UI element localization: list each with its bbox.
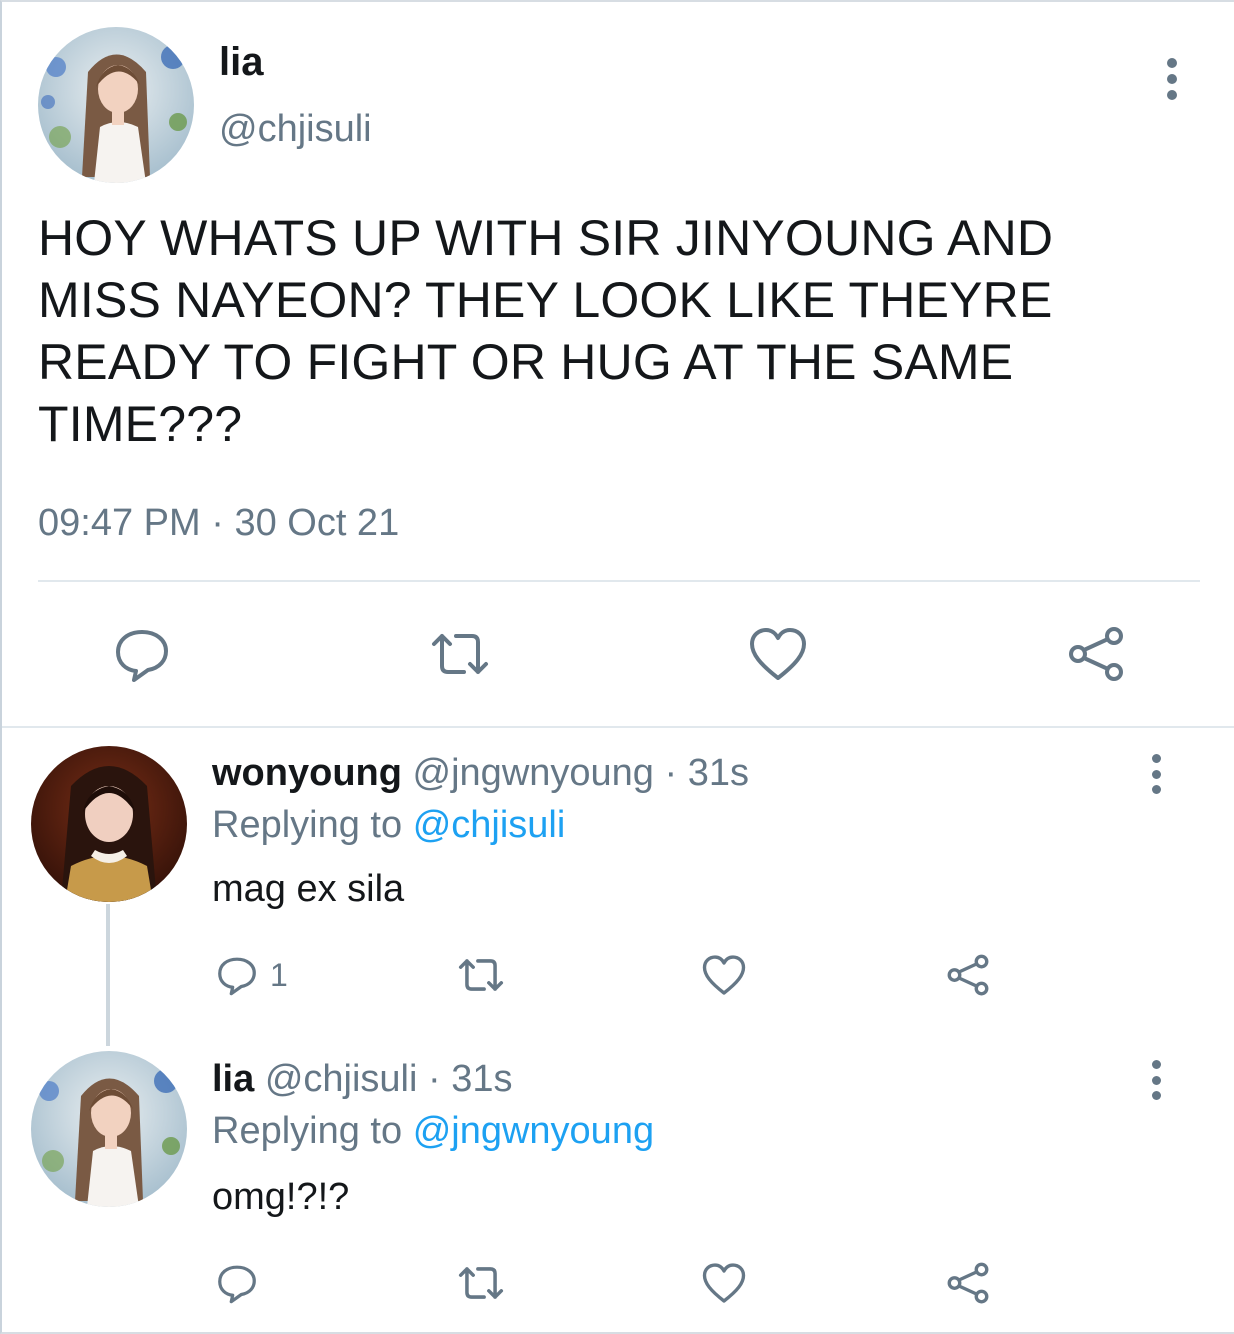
retweet-icon (458, 959, 504, 991)
tweet-thread: lia @chjisuli HOY WHATS UP WITH SIR JINY… (0, 0, 1234, 1334)
meta-separator: · (428, 1058, 441, 1100)
reply-author-handle[interactable]: @chjisuli (265, 1058, 418, 1100)
replying-to-mention[interactable]: @jngwnyoung (413, 1110, 654, 1152)
reply-author-name[interactable]: lia (212, 1058, 254, 1100)
author-avatar[interactable] (38, 27, 194, 183)
retweet-button[interactable] (428, 622, 492, 686)
retweet-button[interactable] (456, 950, 506, 1000)
share-icon (1069, 627, 1123, 681)
reply-age: 31s (687, 752, 749, 794)
reply-avatar[interactable] (31, 746, 187, 902)
replying-to-label: Replying to (212, 1110, 403, 1152)
reply-avatar[interactable] (31, 1051, 187, 1207)
more-options-icon[interactable] (1145, 1060, 1167, 1100)
share-icon (947, 1262, 989, 1304)
reply-button[interactable]: 1 (214, 950, 288, 1000)
more-options-icon[interactable] (1145, 754, 1167, 794)
author-handle[interactable]: @chjisuli (219, 108, 372, 151)
reply-author-handle[interactable]: @jngwnyoung (413, 752, 654, 794)
reply-text: omg!?!? (212, 1176, 350, 1218)
section-divider (2, 726, 1234, 728)
like-icon (702, 955, 746, 995)
like-button[interactable] (700, 950, 748, 1000)
reply-button[interactable] (110, 622, 174, 686)
share-button[interactable] (1064, 622, 1128, 686)
like-button[interactable] (700, 1258, 748, 1308)
author-name[interactable]: lia (219, 40, 263, 85)
share-button[interactable] (944, 950, 992, 1000)
reply-text: mag ex sila (212, 868, 405, 910)
reply-icon (218, 1265, 256, 1304)
reply-button[interactable] (214, 1258, 270, 1308)
replying-to-label: Replying to (212, 804, 403, 846)
reply-author-name[interactable]: wonyoung (212, 752, 402, 794)
divider (38, 580, 1200, 582)
tweet-date: 30 Oct 21 (234, 502, 400, 544)
replying-to: Replying to @chjisuli (212, 804, 565, 847)
reply-header: wonyoung @jngwnyoung · 31s (212, 752, 749, 795)
share-button[interactable] (944, 1258, 992, 1308)
retweet-button[interactable] (456, 1258, 506, 1308)
like-icon (750, 628, 806, 680)
retweet-icon (432, 634, 488, 674)
reply-count: 1 (270, 956, 288, 993)
like-icon (702, 1263, 746, 1303)
reply-age: 31s (451, 1058, 513, 1100)
like-button[interactable] (746, 622, 810, 686)
replying-to-mention[interactable]: @chjisuli (413, 804, 566, 846)
reply-icon (116, 630, 168, 682)
thread-connector (106, 904, 110, 1046)
meta-separator: · (664, 752, 678, 794)
tweet-text: HOY WHATS UP WITH SIR JINYOUNG AND MISS … (38, 210, 1054, 452)
replying-to: Replying to @jngwnyoung (212, 1110, 654, 1153)
meta-separator: · (211, 502, 224, 544)
tweet-timestamp: 09:47 PM · 30 Oct 21 (38, 502, 399, 545)
reply-header: lia @chjisuli · 31s (212, 1058, 513, 1101)
more-options-icon[interactable] (1160, 58, 1184, 100)
share-icon (947, 954, 989, 996)
tweet-time: 09:47 PM (38, 502, 201, 544)
retweet-icon (458, 1267, 504, 1299)
reply-icon (218, 957, 256, 996)
